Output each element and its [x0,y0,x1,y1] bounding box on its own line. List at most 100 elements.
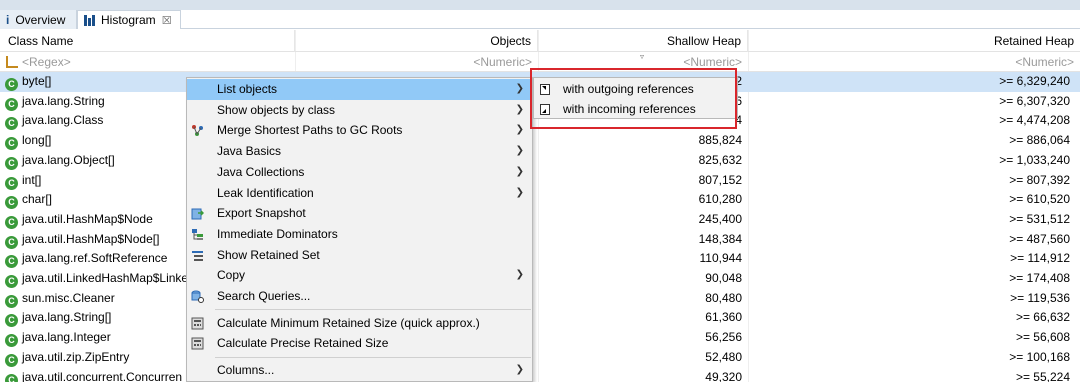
class-icon: C [5,215,18,229]
class-name-cell: Cbyte[] [0,72,190,92]
menu-item-immediate-dominators[interactable]: Immediate Dominators [187,224,532,245]
shallow-heap-cell: 56,256 [705,330,742,345]
shallow-heap-cell: 885,824 [698,133,742,148]
table-row[interactable]: Cint[] 807,152 >= 807,392 [0,171,1080,191]
tab-overview[interactable]: i Overview [0,10,77,29]
submenu-arrow-icon: ❯ [515,269,524,281]
retained-heap-cell: >= 114,912 [1010,251,1070,266]
filter-objects[interactable]: <Numeric> [295,52,538,72]
table-row[interactable]: Cjava.util.LinkedHashMap$Linke 90,048 >=… [0,269,1080,289]
menu-item-leak-identification[interactable]: Leak Identification ❯ [187,183,532,204]
submenu-item-outgoing-references[interactable]: with outgoing references [534,79,737,99]
shallow-heap-cell: 52,480 [705,349,742,364]
menu-item-list-objects[interactable]: List objects ❯ [187,79,532,100]
gc-roots-icon [192,125,203,137]
menu-item-label: Show objects by class [217,102,336,117]
submenu-arrow-icon: ❯ [515,364,524,375]
class-name-text: java.lang.Object[] [22,152,115,167]
menu-item-label: Merge Shortest Paths to GC Roots [217,123,403,138]
table-row[interactable]: Cjava.lang.Integer 56,256 >= 56,608 [0,328,1080,348]
table-row[interactable]: Cjava.util.HashMap$Node[] 148,384 >= 487… [0,230,1080,250]
class-icon: C [5,294,18,308]
class-name-cell: Cjava.lang.Class [0,111,190,131]
class-name-cell: Cjava.util.HashMap$Node[] [0,230,190,250]
tab-histogram[interactable]: Histogram ☒ [77,10,181,29]
table-row[interactable]: Cjava.lang.String[] 61,360 >= 66,632 [0,308,1080,328]
search-queries-icon [191,290,204,303]
table-row[interactable]: Cchar[] 610,280 >= 610,520 [0,190,1080,210]
outgoing-references-icon [540,84,550,95]
retained-heap-cell: >= 610,520 [1009,192,1070,207]
class-name-cell: Cjava.lang.String[] [0,308,190,328]
menu-item-label: Columns... [217,363,275,377]
column-header-retained-heap[interactable]: Retained Heap [748,30,1080,52]
table-row[interactable]: Cjava.util.concurrent.Concurren 49,320 >… [0,368,1080,382]
menu-item-label: Leak Identification [217,185,314,200]
shallow-heap-cell: 148,384 [698,231,742,246]
retained-heap-cell: >= 807,392 [1009,172,1070,187]
class-name-cell: Cchar[] [0,190,190,210]
filter-row: <Regex> <Numeric> <Numeric> <Numeric> [0,52,1080,72]
submenu-item-incoming-references[interactable]: with incoming references [534,99,737,119]
list-objects-submenu: with outgoing references with incoming r… [533,77,738,119]
menu-item-search-queries[interactable]: Search Queries... [187,286,532,307]
menu-item-label: List objects [217,82,278,96]
filter-retained-heap[interactable]: <Numeric> [748,52,1080,72]
menu-item-label: Export Snapshot [217,206,306,221]
export-icon [191,208,204,220]
retained-heap-cell: >= 4,474,208 [999,113,1070,128]
filter-class-name[interactable]: <Regex> [0,52,295,72]
column-header-objects[interactable]: Objects [295,30,538,52]
submenu-item-label: with outgoing references [563,82,694,96]
menu-item-show-objects-by-class[interactable]: Show objects by class ❯ [187,100,532,121]
retained-heap-cell: >= 174,408 [1009,271,1070,285]
shallow-heap-cell: 90,048 [705,271,742,285]
calculator-icon [191,337,204,350]
class-name-text: java.util.zip.ZipEntry [22,349,130,364]
table-row[interactable]: Cjava.lang.Object[] 825,632 >= 1,033,240 [0,151,1080,171]
menu-item-columns[interactable]: Columns... ❯ [187,360,532,381]
class-icon: C [5,373,18,382]
menu-item-calculate-minimum-retained-size[interactable]: Calculate Minimum Retained Size (quick a… [187,313,532,334]
menu-separator [215,308,531,310]
column-header-class-name[interactable]: Class Name [0,30,295,52]
shallow-heap-cell: 807,152 [698,172,742,187]
class-icon: C [5,275,18,288]
menu-item-merge-shortest-paths[interactable]: Merge Shortest Paths to GC Roots ❯ [187,120,532,141]
table-row[interactable]: Cjava.lang.ref.SoftReference 110,944 >= … [0,249,1080,269]
menu-item-java-basics[interactable]: Java Basics ❯ [187,141,532,162]
submenu-arrow-icon: ❯ [515,145,524,157]
table-header: Class Name Objects Shallow Heap Retained… [0,30,1080,61]
filter-shallow-heap[interactable]: <Numeric> [538,52,748,72]
incoming-references-icon [540,104,550,115]
class-icon: C [5,176,18,190]
class-name-cell: Cjava.lang.String [0,92,190,112]
class-name-cell: Cjava.lang.Integer [0,328,190,348]
column-header-shallow-heap[interactable]: Shallow Heap [538,30,748,52]
menu-item-export-snapshot[interactable]: Export Snapshot [187,203,532,224]
retained-heap-cell: >= 487,560 [1009,231,1070,246]
table-row[interactable]: Cjava.util.HashMap$Node 245,400 >= 531,5… [0,210,1080,230]
table-row[interactable]: Cjava.util.zip.ZipEntry 52,480 >= 100,16… [0,348,1080,368]
menu-item-copy[interactable]: Copy ❯ [187,265,532,286]
histogram-icon [84,14,95,26]
dominators-icon [192,228,203,240]
class-name-cell: Clong[] [0,131,190,151]
close-icon[interactable]: ☒ [162,14,172,27]
menu-item-label: Search Queries... [217,289,311,303]
class-name-text: java.lang.String [22,93,105,108]
retained-heap-cell: >= 55,224 [1015,369,1070,382]
menu-item-show-retained-set[interactable]: Show Retained Set [187,245,532,266]
retained-set-icon [192,250,203,261]
submenu-arrow-icon: ❯ [515,83,524,94]
menu-item-java-collections[interactable]: Java Collections ❯ [187,162,532,183]
submenu-arrow-icon: ❯ [515,124,524,136]
class-icon: C [5,235,18,249]
table-row[interactable]: Clong[] 885,824 >= 886,064 [0,131,1080,151]
menu-item-label: Show Retained Set [217,247,320,262]
class-name-cell: Cjava.util.HashMap$Node [0,210,190,230]
table-row[interactable]: Csun.misc.Cleaner 80,480 >= 119,536 [0,289,1080,309]
class-name-cell: Cjava.util.LinkedHashMap$Linke [0,269,190,289]
class-name-text: java.util.HashMap$Node [22,211,153,226]
menu-item-calculate-precise-retained-size[interactable]: Calculate Precise Retained Size [187,333,532,354]
